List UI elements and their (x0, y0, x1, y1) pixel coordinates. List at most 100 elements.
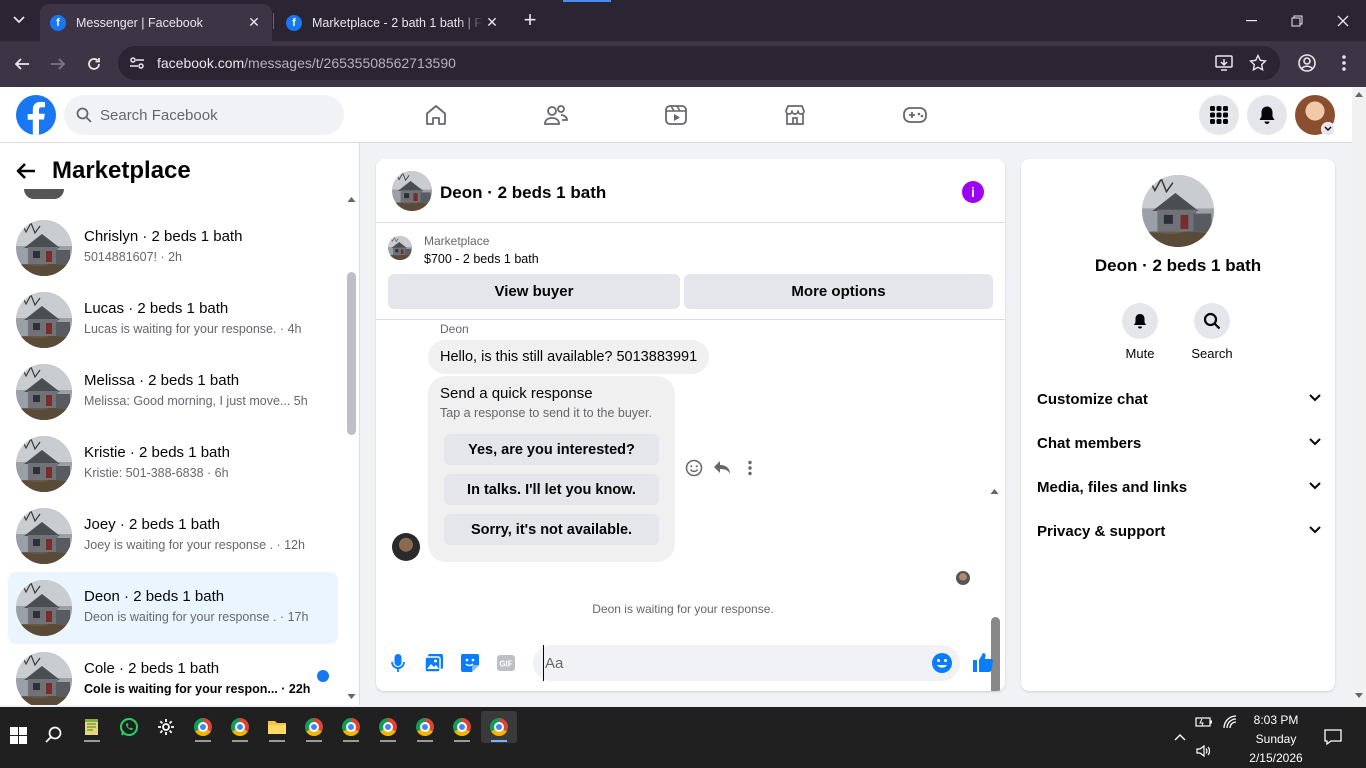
whatsapp-icon (120, 718, 138, 736)
search-action[interactable]: Search (1177, 303, 1247, 361)
taskbar-chrome-2[interactable] (222, 711, 258, 743)
quick-response-yes-button[interactable]: Yes, are you interested? (444, 434, 659, 465)
conversation-item[interactable]: Joey · 2 beds 1 bath Joey is waiting for … (8, 500, 338, 572)
nav-friends[interactable] (540, 99, 572, 131)
restore-button[interactable] (1274, 0, 1320, 41)
chat-title[interactable]: Deon · 2 beds 1 bath (440, 183, 606, 203)
voice-clip-button[interactable] (387, 652, 409, 674)
react-button[interactable] (684, 458, 704, 478)
tab-list-button[interactable] (6, 8, 32, 32)
conversation-item[interactable]: Cole · 2 beds 1 bath Cole is waiting for … (8, 644, 338, 705)
close-window-button[interactable] (1320, 0, 1366, 41)
customize-chat-row[interactable]: Customize chat (1029, 378, 1327, 422)
message-input-wrapper[interactable] (533, 645, 960, 681)
more-options-button[interactable]: More options (684, 274, 993, 309)
attach-photo-button[interactable] (423, 652, 445, 674)
profile-icon[interactable] (1297, 53, 1317, 73)
network-status[interactable] (1220, 712, 1240, 732)
action-center-button[interactable] (1323, 727, 1343, 747)
account-chevron-icon[interactable] (1321, 122, 1335, 136)
listing-price[interactable]: $700 - 2 beds 1 bath (424, 252, 539, 266)
conversation-item[interactable]: Melissa · 2 beds 1 bath Melissa: Good mor… (8, 356, 338, 428)
nav-video[interactable] (660, 99, 692, 131)
send-like-button[interactable] (971, 650, 995, 674)
volume-control[interactable] (1194, 741, 1214, 761)
taskbar-chrome-3[interactable] (296, 711, 332, 743)
quick-response-not-available-button[interactable]: Sorry, it's not available. (444, 514, 659, 545)
conversation-item[interactable]: Lucas · 2 beds 1 bath Lucas is waiting fo… (8, 284, 338, 356)
menu-button[interactable] (1199, 95, 1239, 135)
back-button[interactable] (9, 51, 35, 77)
chat-thumbnail[interactable] (392, 171, 432, 211)
reply-button[interactable] (712, 458, 732, 478)
notification-center-icon (1324, 729, 1342, 746)
conversation-item[interactable]: Chrislyn · 2 beds 1 bath 5014881607! · 2h (8, 212, 338, 284)
conversation-item[interactable]: Deon · 2 beds 1 bath Deon is waiting for … (8, 572, 338, 644)
taskbar-search-button[interactable] (36, 719, 72, 751)
page-scrollbar[interactable] (1352, 87, 1366, 707)
taskbar-chrome-active[interactable] (481, 711, 517, 743)
folder-icon (268, 721, 286, 734)
taskbar-chrome-4[interactable] (333, 711, 369, 743)
taskbar-chrome-6[interactable] (407, 711, 443, 743)
privacy-support-row[interactable]: Privacy & support (1029, 510, 1327, 554)
nav-marketplace[interactable] (779, 99, 811, 131)
new-tab-button[interactable]: + (518, 9, 542, 33)
mute-button[interactable] (1122, 303, 1158, 339)
search-in-chat-button[interactable] (1194, 303, 1230, 339)
scroll-up-arrow-icon[interactable] (1355, 91, 1363, 97)
battery-status[interactable] (1194, 712, 1214, 732)
close-tab-icon[interactable]: ✕ (246, 14, 262, 31)
gif-button[interactable]: GIF (495, 652, 517, 674)
tab-marketplace[interactable]: f Marketplace - 2 bath 1 bath | Fa ✕ (276, 4, 510, 41)
forward-button[interactable] (45, 51, 71, 77)
scroll-down-arrow-icon[interactable] (347, 693, 356, 701)
scroll-up-arrow-icon[interactable] (347, 195, 356, 203)
facebook-logo-icon[interactable] (16, 95, 56, 135)
taskbar-whatsapp[interactable] (111, 711, 147, 743)
chrome-icon (453, 718, 471, 736)
conversation-list-scrollbar[interactable] (347, 272, 356, 435)
media-files-links-row[interactable]: Media, files and links (1029, 466, 1327, 510)
taskbar-chrome-7[interactable] (444, 711, 480, 743)
search-input[interactable] (100, 95, 330, 135)
quick-response-in-talks-button[interactable]: In talks. I'll let you know. (444, 474, 659, 505)
view-buyer-button[interactable]: View buyer (388, 274, 680, 309)
taskbar-chrome-1[interactable] (185, 711, 221, 743)
taskbar-notes-app[interactable] (74, 711, 110, 743)
nav-home[interactable] (420, 99, 452, 131)
sender-avatar[interactable] (392, 533, 420, 561)
listing-thumbnail[interactable] (388, 236, 412, 260)
scroll-up-arrow-icon[interactable] (990, 487, 999, 495)
message-bubble[interactable]: Hello, is this still available? 50138839… (428, 340, 710, 374)
close-tab-icon[interactable]: ✕ (484, 14, 500, 31)
notifications-button[interactable] (1247, 95, 1287, 135)
search-label: Search (1191, 346, 1233, 361)
sticker-button[interactable] (459, 652, 481, 674)
tab-messenger[interactable]: f Messenger | Facebook ✕ (40, 4, 272, 41)
chat-members-row[interactable]: Chat members (1029, 422, 1327, 466)
mute-action[interactable]: Mute (1105, 303, 1175, 361)
nav-gaming[interactable] (899, 99, 931, 131)
facebook-search[interactable] (64, 95, 344, 135)
address-bar[interactable]: facebook.com/messages/t/2653550856271359… (118, 46, 1280, 80)
minimize-button[interactable] (1228, 0, 1274, 41)
chat-info-thumbnail[interactable] (1142, 175, 1214, 247)
message-input[interactable] (543, 645, 923, 681)
conversation-item[interactable]: Kristie · 2 beds 1 bath Kristie: 501-388-… (8, 428, 338, 500)
conversation-snippet: Lucas is waiting for your response. · 4h (84, 322, 302, 336)
photo-icon (424, 654, 443, 673)
scroll-down-arrow-icon[interactable] (1355, 693, 1363, 699)
taskbar-file-explorer[interactable] (259, 711, 295, 743)
start-button[interactable] (0, 719, 36, 751)
emoji-icon[interactable] (931, 652, 953, 674)
taskbar-settings[interactable] (148, 711, 184, 743)
back-arrow-icon[interactable] (16, 162, 36, 180)
more-actions-button[interactable] (740, 458, 760, 478)
taskbar-chrome-5[interactable] (370, 711, 406, 743)
reload-button[interactable] (81, 51, 107, 77)
browser-menu-icon[interactable] (1334, 53, 1354, 73)
system-clock[interactable]: 8:03 PM Sunday 2/15/2026 (1240, 711, 1312, 768)
info-icon[interactable]: i (962, 181, 984, 203)
show-hidden-icons-button[interactable] (1170, 727, 1190, 747)
